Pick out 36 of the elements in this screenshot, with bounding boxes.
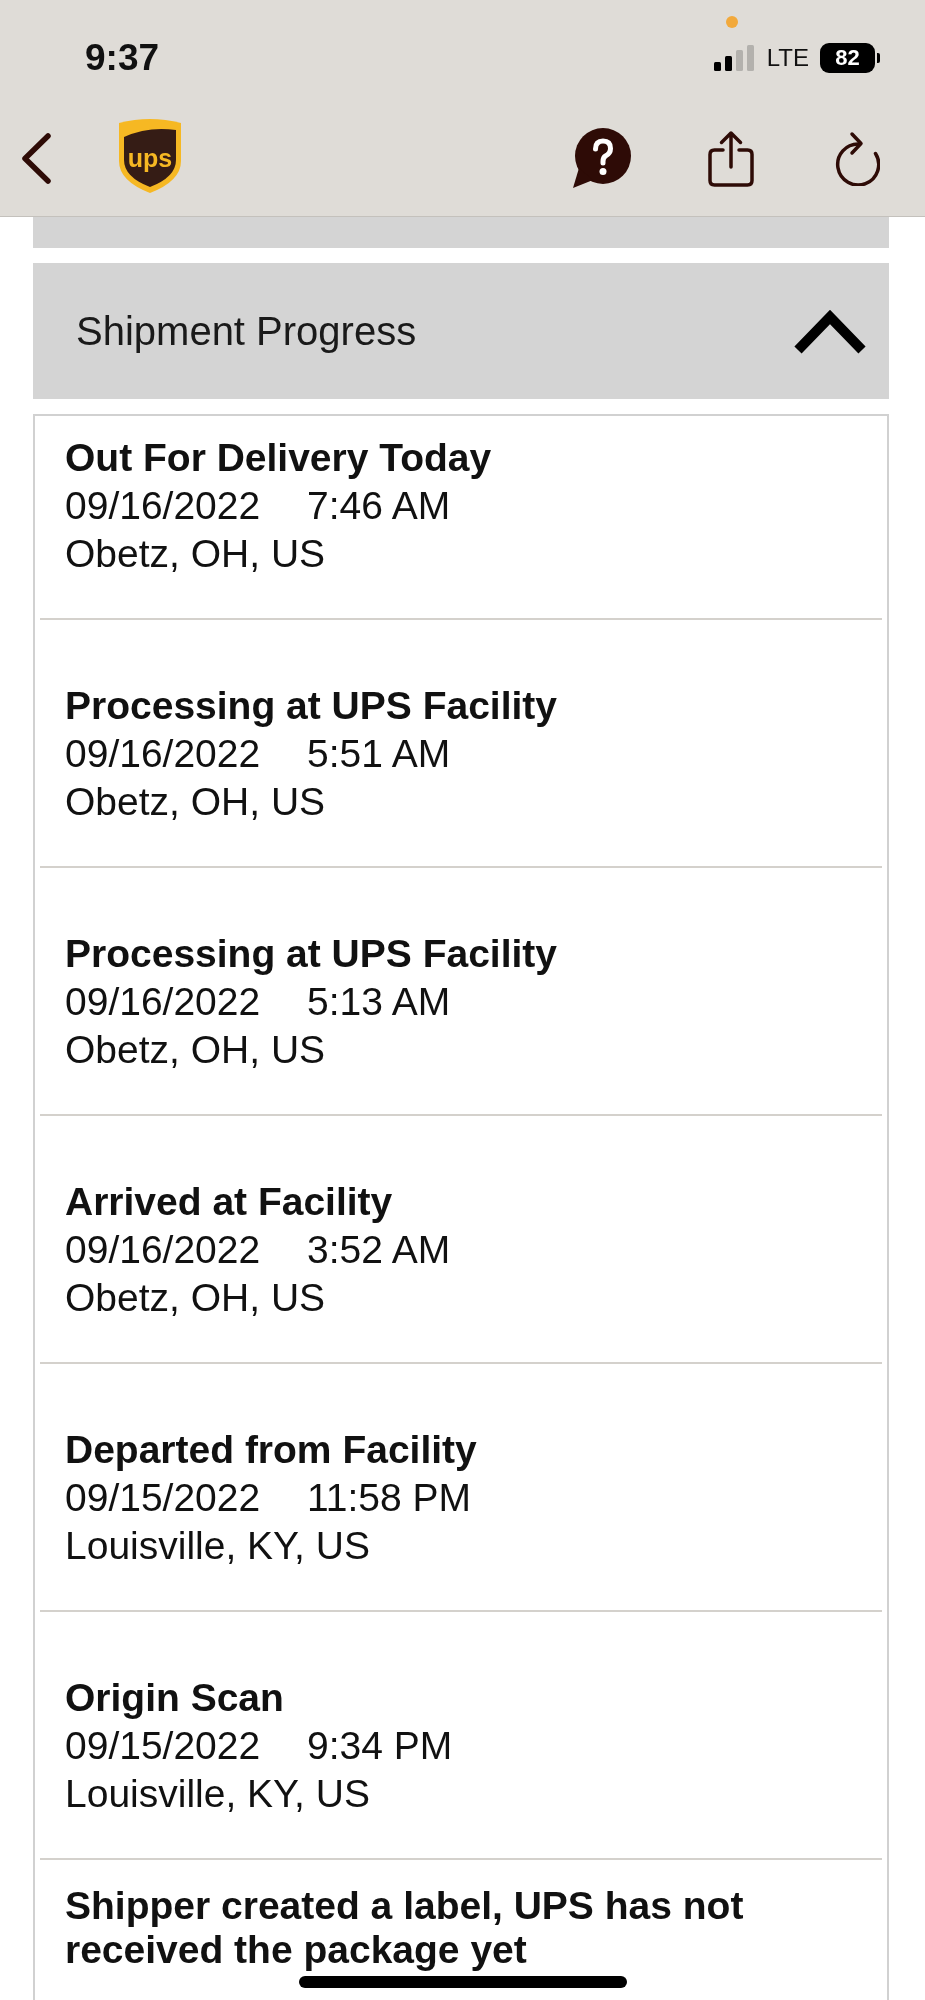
event-status: Origin Scan [65, 1675, 285, 1721]
event-date: 09/16/2022 [65, 980, 261, 1023]
status-time: 9:37 [85, 37, 160, 79]
event-time: 9:34 PM [307, 1724, 453, 1767]
event-date: 09/15/2022 [65, 1724, 261, 1767]
shield-logo: ups [118, 117, 182, 193]
event-location: Obetz, OH, US [65, 1276, 326, 1319]
event-date: 09/16/2022 [65, 484, 261, 527]
event-location: Obetz, OH, US [65, 532, 326, 575]
event-location: Louisville, KY, US [65, 1772, 370, 1815]
event-status: Processing at UPS Facility [65, 683, 558, 729]
event-date: 09/16/2022 [65, 1228, 261, 1271]
event-status: Out For Delivery Today [65, 435, 493, 481]
event-time: 3:52 AM [307, 1228, 451, 1271]
event-time: 5:13 AM [307, 980, 451, 1023]
event-status: Arrived at Facility [65, 1179, 394, 1225]
event-location: Obetz, OH, US [65, 1028, 326, 1071]
event-status: Shipper created a label, UPS has not received the package yet [65, 1884, 745, 1972]
event-time: 7:46 AM [307, 484, 451, 527]
help-icon[interactable] [571, 128, 631, 188]
event-date: 09/16/2022 [65, 732, 261, 775]
share-icon[interactable] [708, 129, 754, 187]
event-time: 5:51 AM [307, 732, 451, 775]
status-dot-icon [726, 16, 738, 28]
signal-icon [713, 45, 755, 71]
event-location: Obetz, OH, US [65, 780, 326, 823]
refresh-icon[interactable] [834, 130, 880, 186]
battery-indicator: 82 [820, 43, 880, 73]
event-status: Departed from Facility [65, 1427, 478, 1473]
event-location: Louisville, KY, US [65, 1524, 370, 1567]
event-status: Processing at UPS Facility [65, 931, 558, 977]
event-time: 11:58 PM [307, 1476, 472, 1519]
section-header[interactable]: Shipment Progress [33, 263, 889, 399]
network-label: LTE [766, 44, 809, 72]
event-date: 09/15/2022 [65, 1476, 261, 1519]
back-icon[interactable] [21, 132, 52, 184]
